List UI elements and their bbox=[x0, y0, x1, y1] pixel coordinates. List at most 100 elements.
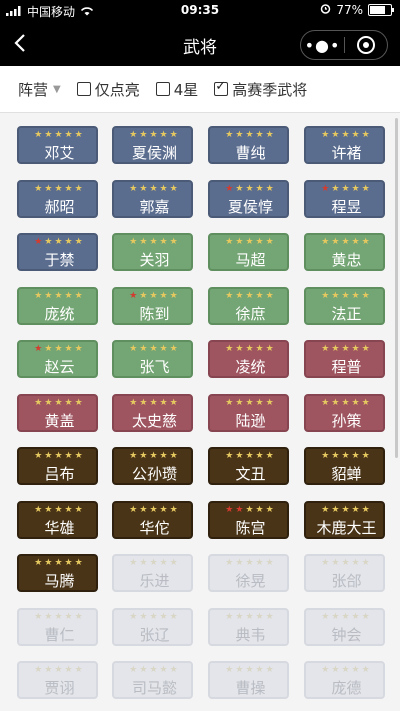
general-card[interactable]: ★★★★★ 曹操 bbox=[208, 661, 289, 699]
star-icon: ★ bbox=[321, 451, 332, 461]
star-icon: ★ bbox=[54, 344, 65, 354]
general-card[interactable]: ★★★★★ 吕布 bbox=[17, 447, 98, 485]
star-icon: ★ bbox=[169, 290, 180, 301]
star-rating: ★★★★★ bbox=[19, 664, 100, 676]
general-card[interactable]: ★★★★★ 公孙瓒 bbox=[112, 447, 193, 485]
general-card[interactable]: ★★★★★ 木鹿大王 bbox=[304, 500, 385, 539]
star-icon: ★ bbox=[351, 558, 362, 568]
general-card[interactable]: ★★★★★ 关羽 bbox=[112, 233, 193, 271]
star-icon: ★ bbox=[235, 290, 246, 301]
star-rating: ★★★★★ bbox=[19, 504, 100, 516]
filter-four-star[interactable]: 4星 bbox=[155, 79, 199, 100]
star-icon: ★ bbox=[351, 611, 362, 622]
checkbox-icon[interactable] bbox=[214, 79, 229, 96]
general-name: 乐进 bbox=[139, 572, 170, 590]
general-card[interactable]: ★★★★★ 乐进 bbox=[112, 554, 193, 592]
general-card[interactable]: ★★★★★ 于禁 bbox=[17, 233, 98, 271]
star-rating: ★★★★★ bbox=[210, 450, 291, 462]
general-card[interactable]: ★★★★★ 赵云 bbox=[17, 340, 98, 378]
star-icon: ★ bbox=[265, 665, 276, 675]
general-card[interactable]: ★★★★★ 程普 bbox=[304, 340, 385, 378]
star-icon: ★ bbox=[54, 290, 65, 301]
more-dots-icon[interactable]: •●• bbox=[301, 36, 344, 55]
general-name: 太史慈 bbox=[131, 411, 177, 430]
star-rating: ★★★★★ bbox=[306, 343, 387, 355]
general-name: 张辽 bbox=[139, 625, 170, 644]
general-card[interactable]: ★★★★★ 张郃 bbox=[304, 554, 385, 592]
star-rating: ★★★★★ bbox=[210, 611, 291, 623]
general-card[interactable]: ★★★★★ 典韦 bbox=[208, 607, 291, 646]
general-card[interactable]: ★★★★★ 庞统 bbox=[17, 286, 98, 325]
general-card[interactable]: ★★★★★ 张飞 bbox=[112, 340, 193, 378]
star-rating: ★★★★★ bbox=[114, 290, 195, 302]
general-card[interactable]: ★★★★★ 文丑 bbox=[208, 447, 289, 485]
general-card[interactable]: ★★★★★ 曹仁 bbox=[17, 607, 98, 646]
star-icon: ★ bbox=[225, 290, 236, 301]
star-icon: ★ bbox=[265, 290, 276, 301]
camp-dropdown[interactable]: 阵营 ▼ bbox=[18, 79, 61, 100]
general-card[interactable]: ★★★★★ 凌统 bbox=[208, 340, 289, 378]
general-card[interactable]: ★★★★★ 程昱 bbox=[304, 179, 385, 218]
star-icon: ★ bbox=[149, 397, 160, 408]
general-card[interactable]: ★★★★★ 司马懿 bbox=[112, 661, 193, 699]
general-card[interactable]: ★★★★★ 郝昭 bbox=[17, 179, 98, 218]
checkbox-icon[interactable] bbox=[76, 82, 91, 96]
star-icon: ★ bbox=[225, 665, 236, 675]
general-card[interactable]: ★★★★★ 马超 bbox=[208, 233, 289, 271]
general-card[interactable]: ★★★★★ 孙策 bbox=[304, 393, 385, 432]
filter-label: 4星 bbox=[173, 80, 199, 99]
general-card[interactable]: ★★★★★ 陈到 bbox=[112, 286, 195, 325]
general-card[interactable]: ★★★★★ 貂蝉 bbox=[304, 447, 385, 485]
checkbox-icon[interactable] bbox=[155, 82, 170, 96]
general-card[interactable]: ★★★★★ 陆逊 bbox=[208, 393, 289, 432]
star-icon: ★ bbox=[321, 558, 332, 568]
general-card[interactable]: ★★★★★ 钟会 bbox=[304, 607, 385, 646]
star-rating: ★★★★★ bbox=[19, 397, 100, 409]
star-icon: ★ bbox=[351, 504, 362, 515]
general-card[interactable]: ★★★★★ 夏侯渊 bbox=[112, 126, 193, 164]
filter-high-season[interactable]: 高赛季武将 bbox=[214, 79, 307, 100]
star-icon: ★ bbox=[341, 397, 352, 408]
star-icon: ★ bbox=[74, 558, 85, 568]
general-card[interactable]: ★★★★★ 许褚 bbox=[304, 126, 385, 164]
general-card[interactable]: ★★★★★ 徐晃 bbox=[208, 554, 289, 592]
filter-lit-only[interactable]: 仅点亮 bbox=[76, 79, 140, 100]
general-card[interactable]: ★★★★★ 黄忠 bbox=[304, 233, 385, 271]
star-icon: ★ bbox=[44, 451, 55, 461]
general-card[interactable]: ★★★★★ 马腾 bbox=[17, 554, 98, 592]
star-icon: ★ bbox=[159, 665, 170, 675]
star-icon: ★ bbox=[34, 558, 45, 568]
star-icon: ★ bbox=[74, 183, 85, 194]
star-icon: ★ bbox=[225, 183, 236, 194]
general-card[interactable]: ★★★★★ 夏侯惇 bbox=[208, 179, 289, 218]
general-card[interactable]: ★★★★★ 庞德 bbox=[304, 661, 385, 699]
star-icon: ★ bbox=[64, 397, 75, 408]
star-icon: ★ bbox=[255, 451, 266, 461]
target-icon[interactable] bbox=[345, 36, 387, 54]
general-card[interactable]: ★★★★★ 黄盖 bbox=[17, 393, 100, 432]
general-name: 华雄 bbox=[44, 518, 75, 537]
star-rating: ★★★★★ bbox=[306, 290, 387, 302]
general-card[interactable]: ★★★★★ 华佗 bbox=[112, 500, 193, 539]
star-icon: ★ bbox=[321, 611, 332, 622]
general-card[interactable]: ★★★★★ 法正 bbox=[304, 286, 387, 325]
general-card[interactable]: ★★★★★ 郭嘉 bbox=[112, 179, 193, 218]
general-card[interactable]: ★★★★★ 曹纯 bbox=[208, 126, 289, 164]
general-card[interactable]: ★★★★★ 陈宫 bbox=[208, 500, 289, 539]
star-icon: ★ bbox=[351, 397, 362, 408]
general-card[interactable]: ★★★★★ 贾诩 bbox=[17, 661, 98, 699]
general-name: 贾诩 bbox=[44, 679, 75, 697]
star-icon: ★ bbox=[321, 237, 332, 247]
scrollbar[interactable] bbox=[395, 118, 398, 458]
general-card[interactable]: ★★★★★ 徐庶 bbox=[208, 286, 289, 325]
general-name: 孙策 bbox=[331, 411, 362, 430]
star-icon: ★ bbox=[321, 290, 332, 301]
star-icon: ★ bbox=[139, 611, 150, 622]
general-card[interactable]: ★★★★★ 张辽 bbox=[112, 607, 193, 646]
general-card[interactable]: ★★★★★ 太史慈 bbox=[112, 393, 193, 432]
general-card[interactable]: ★★★★★ 华雄 bbox=[17, 500, 100, 539]
star-icon: ★ bbox=[139, 290, 150, 301]
general-name: 文丑 bbox=[235, 465, 266, 483]
general-card[interactable]: ★★★★★ 邓艾 bbox=[17, 126, 98, 164]
star-icon: ★ bbox=[265, 451, 276, 461]
